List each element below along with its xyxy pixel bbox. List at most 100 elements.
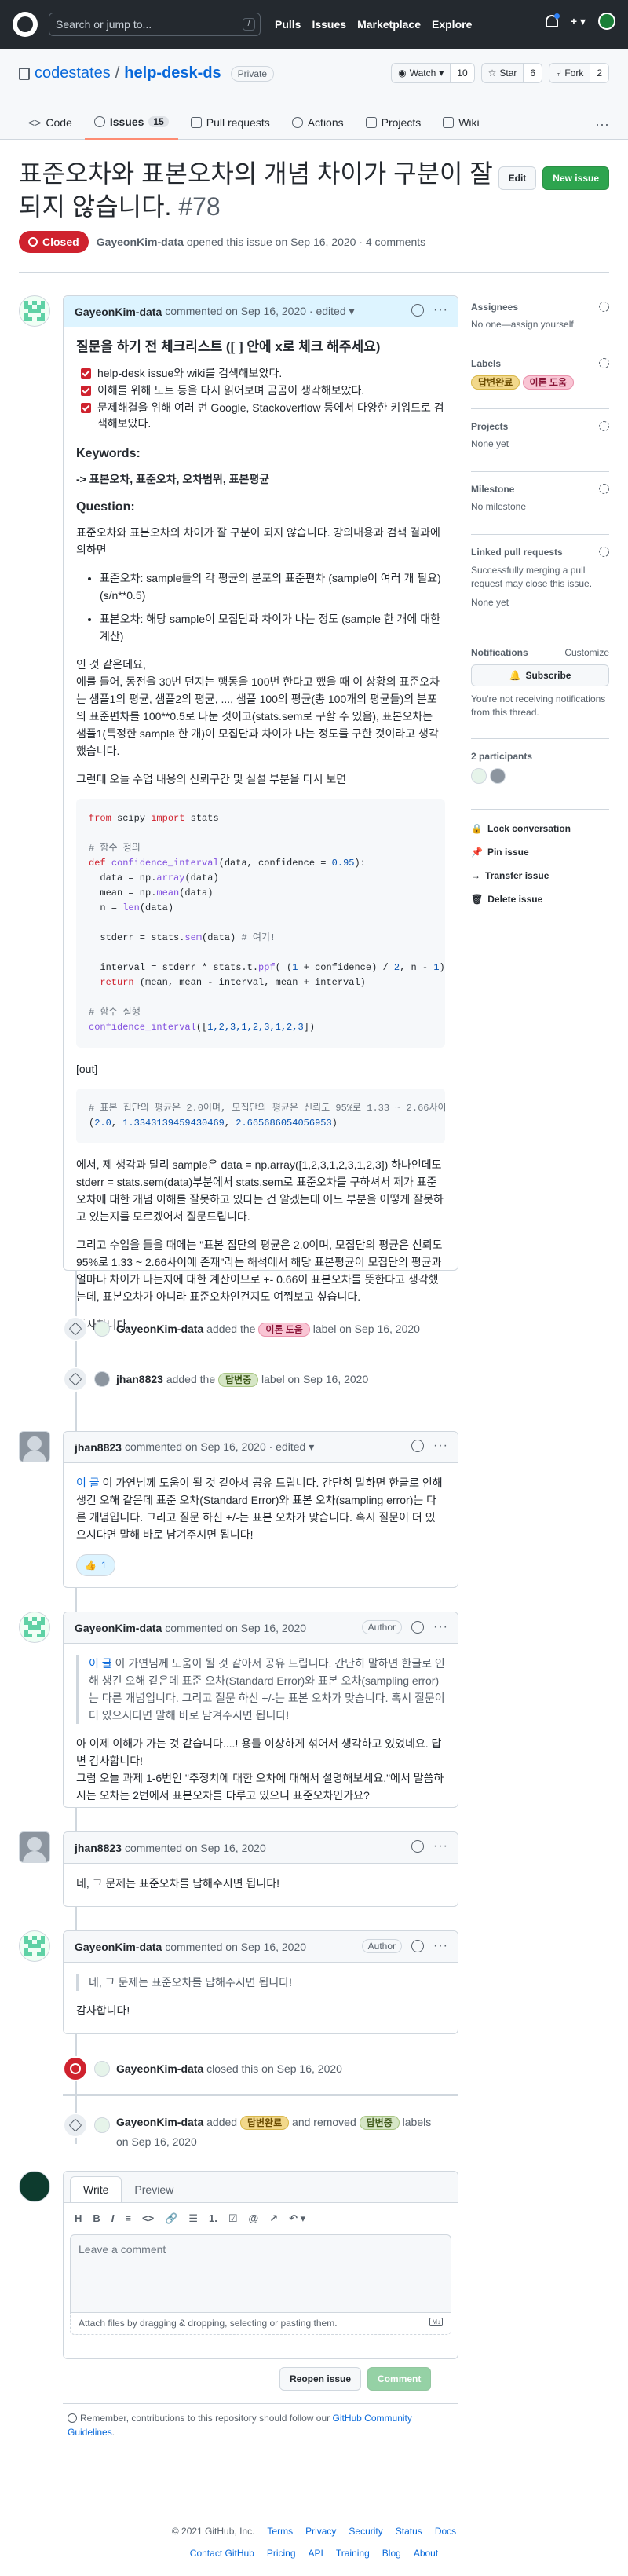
thumbs-up-reaction[interactable]: 👍 1 — [76, 1554, 115, 1576]
comment-author[interactable]: GayeonKim-data — [75, 306, 162, 318]
watch-count[interactable]: 10 — [451, 64, 474, 82]
avatar[interactable] — [19, 1612, 50, 1643]
watch-button[interactable]: ◉ Watch ▾ 10 — [391, 63, 475, 83]
footer-link[interactable]: Docs — [435, 2526, 456, 2537]
footer-link[interactable]: Pricing — [267, 2548, 296, 2559]
emoji-reaction-icon[interactable] — [411, 1840, 425, 1853]
emoji-reaction-icon[interactable] — [411, 304, 425, 317]
event-author[interactable]: GayeonKim-data — [116, 1323, 203, 1335]
comment-meta[interactable]: commented on Sep 16, 2020 — [165, 1622, 306, 1634]
pin-issue-button[interactable]: 📌 Pin issue — [471, 847, 609, 858]
emoji-reaction-icon[interactable] — [411, 1440, 425, 1452]
attach-files-area[interactable]: Attach files by dragging & dropping, sel… — [70, 2313, 451, 2335]
gear-icon[interactable] — [599, 547, 609, 557]
issue-author-link[interactable]: GayeonKim-data — [97, 236, 184, 248]
avatar[interactable] — [19, 295, 50, 327]
gear-icon[interactable] — [599, 484, 609, 494]
gear-icon[interactable] — [599, 358, 609, 368]
quote-icon[interactable]: ≡ — [125, 2212, 131, 2225]
footer-link[interactable]: API — [309, 2548, 323, 2559]
task-list-icon[interactable]: ☑ — [228, 2212, 238, 2225]
event-author[interactable]: GayeonKim-data — [116, 2062, 203, 2075]
notification-bell-icon[interactable] — [545, 13, 560, 27]
tab-actions[interactable]: Actions — [283, 105, 353, 140]
nav-marketplace[interactable]: Marketplace — [357, 18, 421, 31]
code-icon[interactable]: <> — [142, 2212, 154, 2225]
footer-link[interactable]: Privacy — [305, 2526, 336, 2537]
star-count[interactable]: 6 — [524, 64, 542, 82]
comment-meta[interactable]: commented on Sep 16, 2020 · edited ▾ — [165, 305, 354, 318]
fork-button[interactable]: ⑂ Fork 2 — [549, 63, 609, 83]
avatar[interactable] — [19, 1431, 50, 1462]
comment-author[interactable]: jhan8823 — [75, 1842, 122, 1854]
fork-count[interactable]: 2 — [590, 64, 608, 82]
nav-pulls[interactable]: Pulls — [275, 18, 301, 31]
tab-pull-requests[interactable]: Pull requests — [181, 105, 279, 140]
current-user-avatar[interactable] — [19, 2171, 50, 2202]
user-avatar-menu[interactable] — [598, 13, 615, 30]
comment-button[interactable]: Comment — [367, 2367, 432, 2391]
comment-meta[interactable]: commented on Sep 16, 2020 — [165, 1941, 306, 1953]
transfer-issue-button[interactable]: → Transfer issue — [471, 870, 609, 881]
shared-post-link[interactable]: 이 글 — [76, 1476, 100, 1489]
footer-link[interactable]: About — [414, 2548, 438, 2559]
comment-options-icon[interactable]: ··· — [433, 1840, 448, 1853]
customize-link[interactable]: Customize — [564, 647, 609, 658]
tab-wiki[interactable]: Wiki — [433, 105, 488, 140]
label-answering[interactable]: 답변중 — [218, 1372, 259, 1387]
comment-options-icon[interactable]: ··· — [433, 1940, 448, 1952]
more-tabs-menu[interactable]: ··· — [595, 116, 609, 133]
footer-link[interactable]: Training — [336, 2548, 370, 2559]
emoji-reaction-icon[interactable] — [411, 1621, 425, 1634]
event-author[interactable]: jhan8823 — [116, 1373, 163, 1385]
footer-link[interactable]: Terms — [267, 2526, 293, 2537]
edit-title-button[interactable]: Edit — [498, 166, 537, 190]
avatar[interactable] — [94, 2061, 110, 2077]
footer-link[interactable]: Blog — [382, 2548, 401, 2559]
tab-code[interactable]: <> Code — [19, 105, 82, 140]
comment-author[interactable]: jhan8823 — [75, 1441, 122, 1454]
avatar[interactable] — [19, 1831, 50, 1863]
participant-avatar[interactable] — [490, 768, 506, 784]
link-icon[interactable]: 🔗 — [165, 2212, 177, 2225]
footer-link[interactable]: Contact GitHub — [190, 2548, 254, 2559]
lock-conversation-button[interactable]: 🔒 Lock conversation — [471, 823, 609, 834]
preview-tab[interactable]: Preview — [122, 2177, 186, 2202]
comment-author[interactable]: GayeonKim-data — [75, 1941, 162, 1953]
cross-reference-icon[interactable]: ↗ — [269, 2212, 278, 2225]
ordered-list-icon[interactable]: 1. — [209, 2212, 217, 2225]
search-input[interactable]: Search or jump to... / — [49, 13, 261, 36]
repo-owner-link[interactable]: codestates — [35, 64, 111, 82]
comment-options-icon[interactable]: ··· — [433, 1440, 448, 1452]
new-issue-button[interactable]: New issue — [542, 166, 609, 190]
star-button[interactable]: ☆ Star 6 — [480, 63, 543, 83]
emoji-reaction-icon[interactable] — [411, 1940, 425, 1952]
avatar[interactable] — [94, 2117, 110, 2133]
reopen-issue-button[interactable]: Reopen issue — [279, 2367, 362, 2391]
comment-meta[interactable]: commented on Sep 16, 2020 · edited ▾ — [125, 1440, 314, 1454]
label-answer-done[interactable]: 답변완료 — [239, 2116, 290, 2130]
comment-textarea[interactable]: Leave a comment — [70, 2234, 451, 2313]
event-author[interactable]: GayeonKim-data — [116, 2116, 203, 2128]
nav-explore[interactable]: Explore — [432, 18, 472, 31]
create-new-dropdown[interactable]: + ▾ — [571, 15, 586, 28]
mention-icon[interactable]: @ — [249, 2212, 259, 2225]
gear-icon[interactable] — [599, 421, 609, 431]
nav-issues[interactable]: Issues — [312, 18, 346, 31]
github-logo-icon[interactable] — [13, 12, 38, 37]
heading-icon[interactable]: H — [75, 2212, 82, 2225]
label-theory-help[interactable]: 이론 도움 — [522, 375, 575, 390]
tab-issues[interactable]: Issues 15 — [84, 105, 178, 140]
quoted-link[interactable]: 이 글 — [89, 1657, 112, 1670]
saved-replies-icon[interactable]: ↶ ▾ — [289, 2212, 305, 2225]
avatar[interactable] — [94, 1321, 110, 1337]
comment-meta[interactable]: commented on Sep 16, 2020 — [125, 1842, 266, 1854]
tab-projects[interactable]: Projects — [356, 105, 431, 140]
footer-link[interactable]: Security — [349, 2526, 382, 2537]
label-answering[interactable]: 답변중 — [359, 2116, 400, 2130]
gear-icon[interactable] — [599, 302, 609, 312]
comment-author[interactable]: GayeonKim-data — [75, 1622, 162, 1634]
unordered-list-icon[interactable]: ☰ — [188, 2212, 198, 2225]
avatar[interactable] — [19, 1930, 50, 1962]
subscribe-button[interactable]: 🔔 Subscribe — [471, 664, 609, 686]
